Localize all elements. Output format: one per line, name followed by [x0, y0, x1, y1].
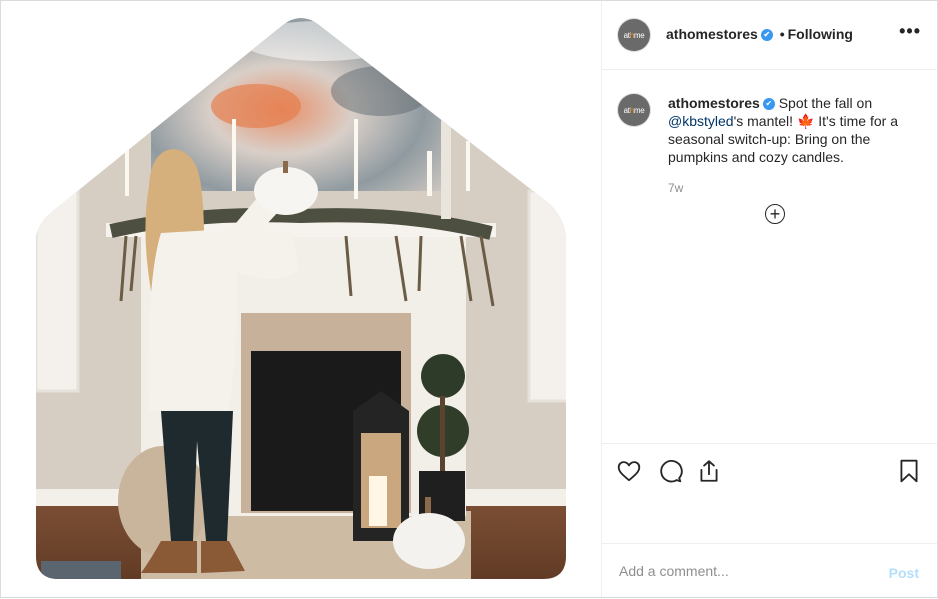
- post-header: at h me athomestores ✔ • Following •••: [602, 1, 937, 70]
- separator-dot: •: [779, 26, 785, 42]
- verified-icon: ✔: [760, 29, 773, 42]
- load-more-comments-icon[interactable]: +: [765, 204, 785, 224]
- following-button[interactable]: Following: [788, 26, 853, 42]
- more-options-icon[interactable]: •••: [899, 21, 921, 42]
- avatar[interactable]: at h me: [618, 19, 650, 51]
- caption-avatar[interactable]: at h me: [618, 94, 650, 126]
- share-icon[interactable]: [696, 458, 722, 484]
- mention-link[interactable]: @kbstyled: [668, 113, 734, 129]
- house-shaped-photo: [36, 18, 566, 579]
- header-username-row: athomestores ✔ • Following: [666, 26, 853, 42]
- post-comment-button[interactable]: Post: [889, 565, 919, 581]
- comments-area: at h me athomestores ✔ Spot the fall on @kb…: [602, 70, 937, 443]
- action-bar: [602, 443, 937, 544]
- caption-username[interactable]: athomestores: [668, 95, 760, 111]
- post-image[interactable]: [1, 1, 602, 597]
- caption-text: athomestores ✔ Spot the fall on @kbstyled…: [668, 95, 898, 165]
- post-side-panel: at h me athomestores ✔ • Following ••• at h me…: [602, 1, 937, 597]
- bookmark-icon[interactable]: [896, 458, 922, 484]
- post-age[interactable]: 7w: [668, 181, 683, 195]
- comment-icon[interactable]: [657, 458, 683, 484]
- add-comment-section: Post: [602, 543, 937, 599]
- maple-leaf-icon: 🍁: [796, 113, 815, 129]
- verified-icon: ✔: [762, 98, 775, 111]
- comment-input[interactable]: [617, 562, 881, 580]
- username-link[interactable]: athomestores: [666, 26, 758, 42]
- heart-icon[interactable]: [616, 458, 642, 484]
